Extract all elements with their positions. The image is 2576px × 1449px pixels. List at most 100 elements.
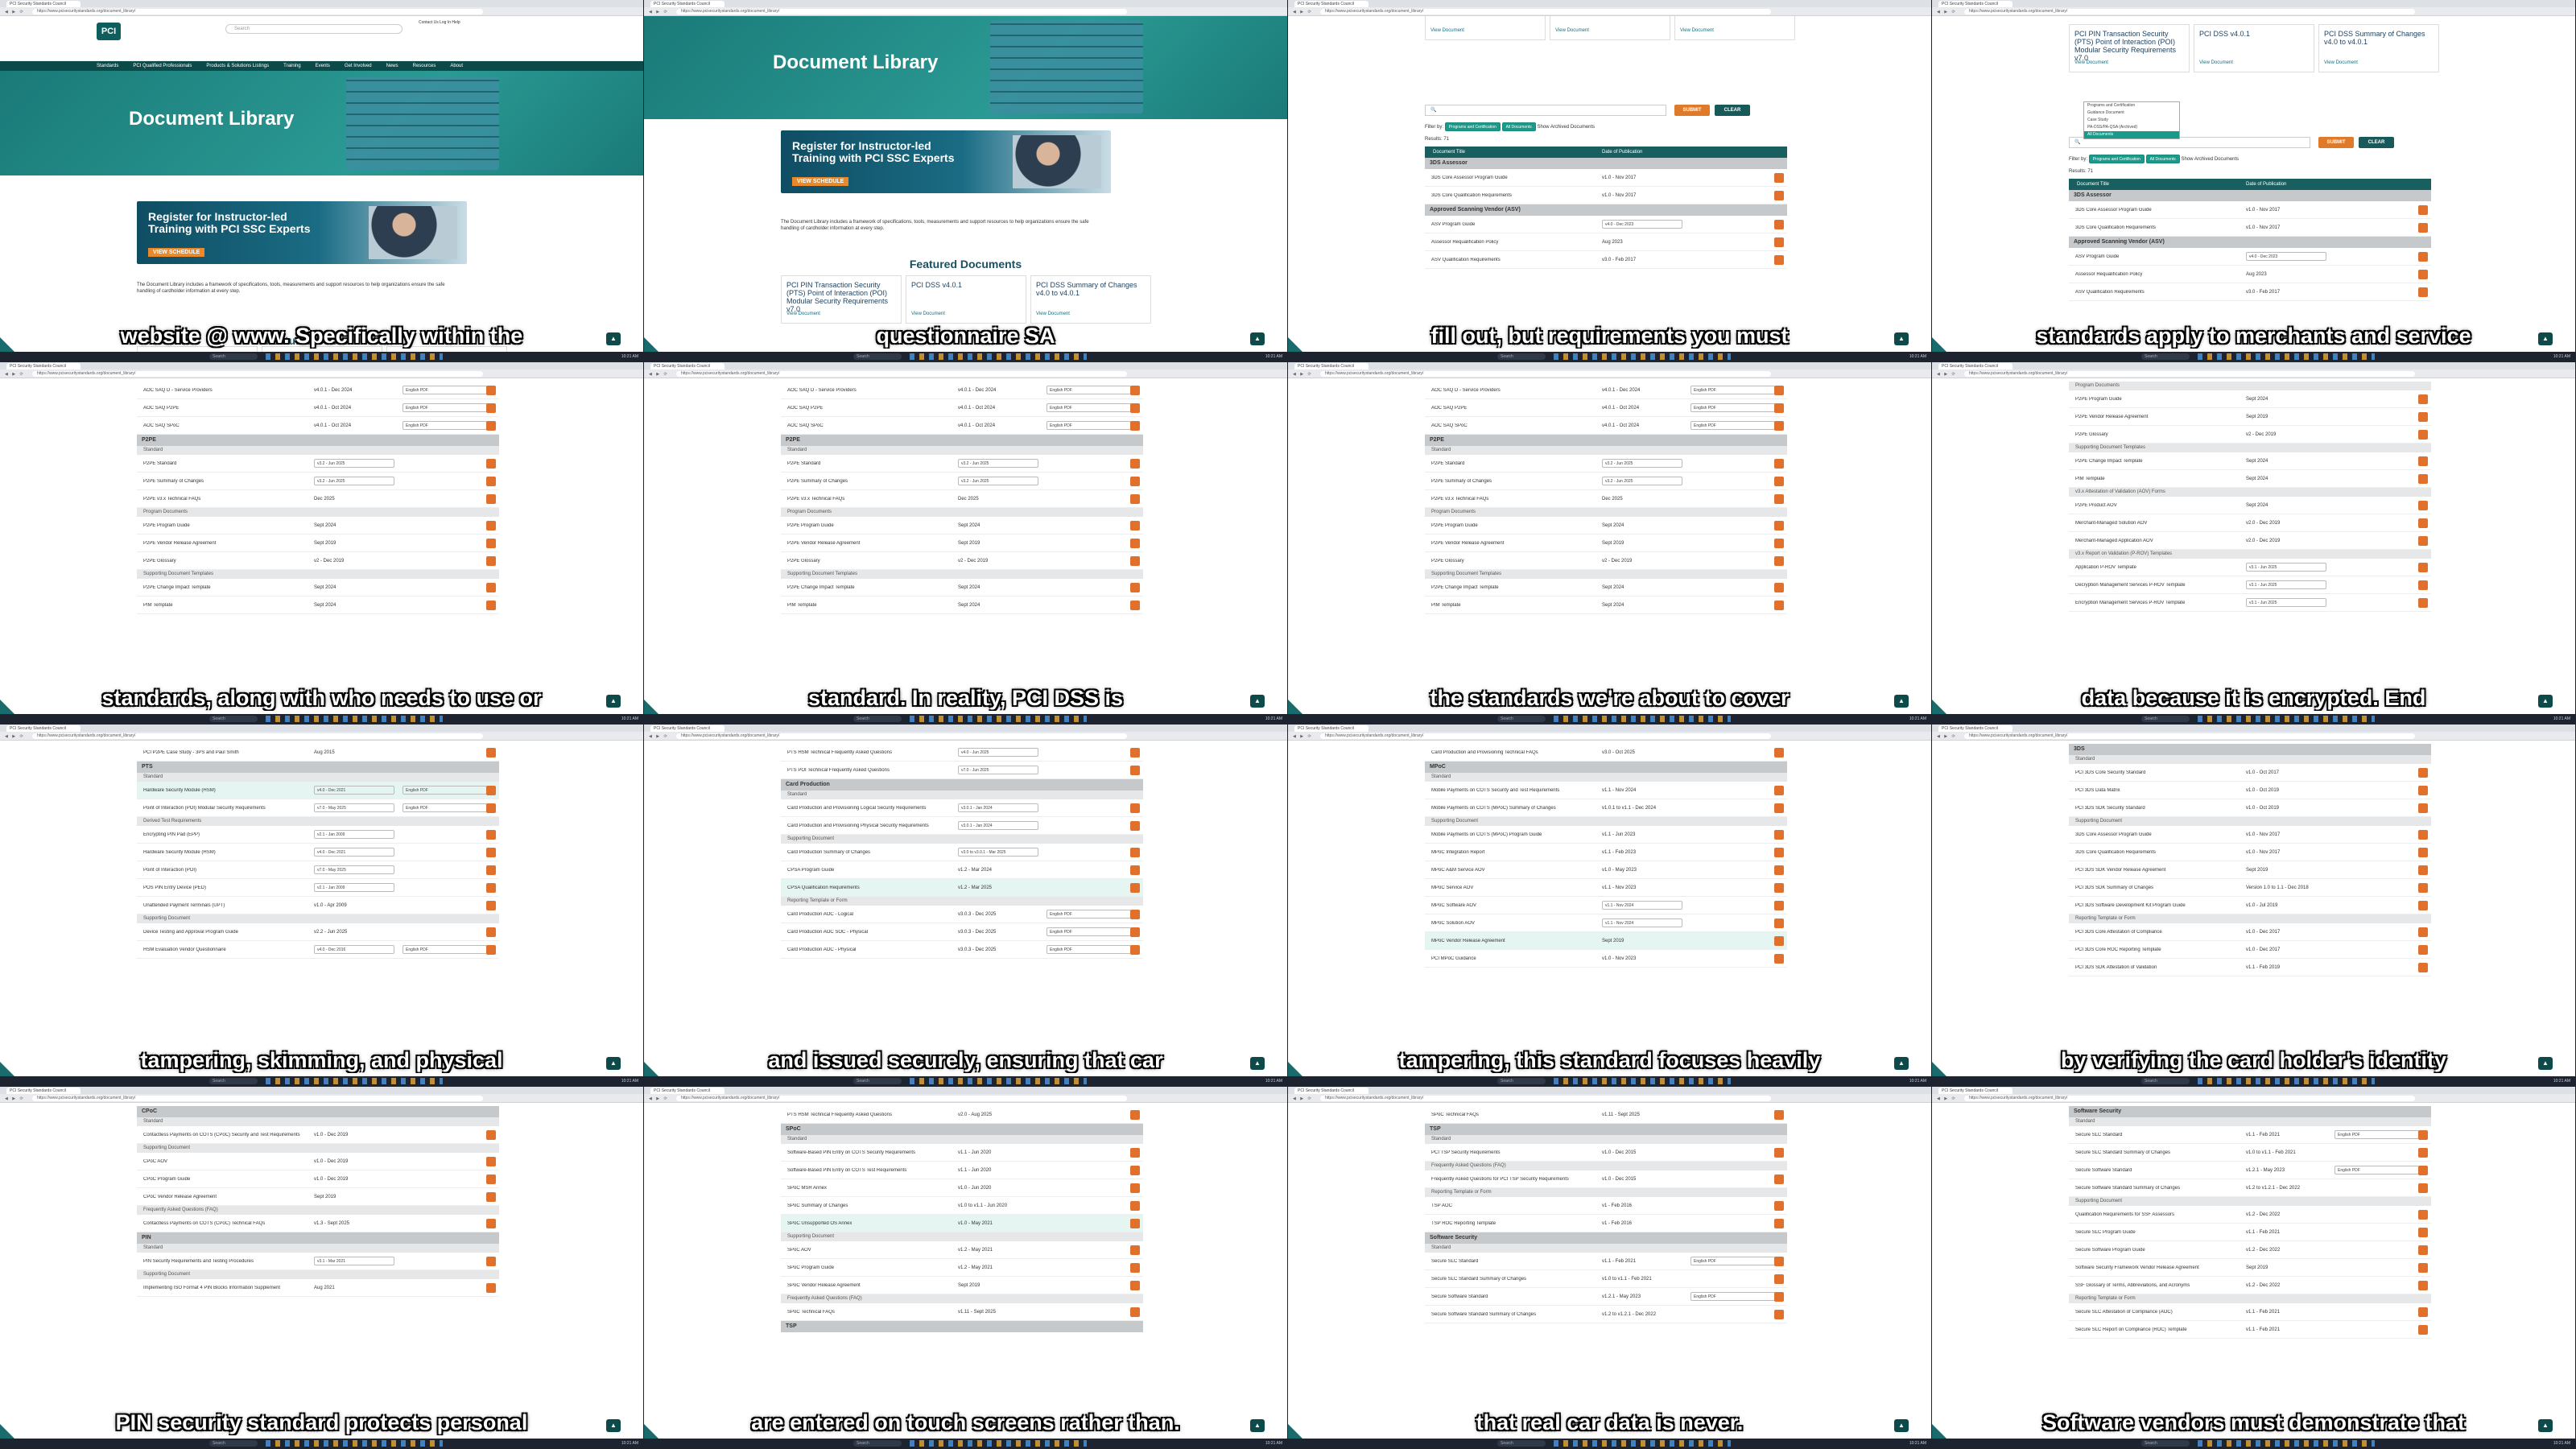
table-row[interactable]: PCI 3DS Core Attestation of Compliance v1…: [2069, 923, 2431, 941]
table-row[interactable]: CPSA Program Guide v1.2 - Mar 2024: [781, 861, 1143, 879]
pdf-download-icon[interactable]: [1774, 803, 1784, 813]
table-row[interactable]: Merchant-Managed Solution AOV v2.0 - Dec …: [2069, 514, 2431, 532]
pdf-download-icon[interactable]: [1130, 1166, 1140, 1175]
document-title[interactable]: Frequently Asked Questions for PCI TSP S…: [1431, 1177, 1592, 1182]
language-select[interactable]: English PDF: [1690, 1257, 1775, 1265]
pdf-download-icon[interactable]: [1130, 865, 1140, 875]
pdf-download-icon[interactable]: [1130, 601, 1140, 610]
document-title[interactable]: Secure SLC Standard Summary of Changes: [2075, 1150, 2236, 1155]
pdf-download-icon[interactable]: [486, 901, 496, 910]
pdf-download-icon[interactable]: [1774, 830, 1784, 840]
pdf-download-icon[interactable]: [1774, 421, 1784, 431]
browser-tab[interactable]: PCI Security Standards Council: [1938, 1088, 2013, 1094]
pdf-download-icon[interactable]: [2418, 830, 2428, 840]
document-title[interactable]: AOC SAQ D - Service Providers: [787, 388, 948, 393]
table-row[interactable]: MPoC Service AOV v1.1 - Nov 2023: [1425, 879, 1787, 897]
document-title[interactable]: Secure SLC Standard Summary of Changes: [1431, 1277, 1592, 1282]
language-select[interactable]: English PDF: [1046, 910, 1131, 919]
document-title[interactable]: AOC SAQ P2PE: [143, 406, 304, 411]
document-title[interactable]: P2PE Program Guide: [143, 523, 304, 528]
view-document-link[interactable]: View Document: [786, 310, 820, 318]
featured-card[interactable]: View Document: [1425, 16, 1546, 40]
document-title[interactable]: CPoC Program Guide: [143, 1177, 304, 1182]
pdf-download-icon[interactable]: [486, 803, 496, 813]
table-row[interactable]: PCI 3DS Core ROC Reporting Template v1.0 …: [2069, 941, 2431, 959]
taskbar-search[interactable]: Search: [209, 353, 258, 360]
pdf-download-icon[interactable]: [486, 1157, 496, 1166]
pdf-download-icon[interactable]: [1130, 1281, 1140, 1290]
taskbar-search[interactable]: Search: [853, 1078, 902, 1084]
document-title[interactable]: PTS POI Technical Frequently Asked Quest…: [787, 768, 948, 773]
pdf-download-icon[interactable]: [1130, 477, 1140, 486]
document-title[interactable]: CPoC AOV: [143, 1159, 304, 1164]
document-title[interactable]: AOC SAQ SPoC: [143, 423, 304, 428]
pdf-download-icon[interactable]: [1130, 1263, 1140, 1273]
document-title[interactable]: CPSA Qualification Requirements: [787, 886, 948, 890]
document-title[interactable]: P2PE v3.x Technical FAQs: [1431, 497, 1592, 502]
document-title[interactable]: PTS HSM Technical Frequently Asked Quest…: [787, 750, 948, 755]
address-bar[interactable]: https://www.pcisecuritystandards.org/doc…: [676, 1096, 1127, 1101]
version-select[interactable]: v3.2 - Jun 2025: [958, 459, 1038, 468]
document-title[interactable]: P2PE Program Guide: [1431, 523, 1592, 528]
pdf-download-icon[interactable]: [486, 883, 496, 893]
nav-arrows-icon[interactable]: ◀ ▶ ⟳: [1293, 1096, 1313, 1101]
document-title[interactable]: P2PE Vendor Release Agreement: [2075, 415, 2236, 419]
browser-tab[interactable]: PCI Security Standards Council: [6, 1088, 80, 1094]
document-title[interactable]: PIM Template: [143, 603, 304, 608]
pdf-download-icon[interactable]: [1774, 191, 1784, 200]
document-title[interactable]: Secure SLC Program Guide: [2075, 1230, 2236, 1235]
table-row[interactable]: P2PE Program Guide Sept 2024: [2069, 390, 2431, 408]
table-row[interactable]: ASV Qualification Requirements v3.0 - Feb…: [2069, 283, 2431, 301]
nav-arrows-icon[interactable]: ◀ ▶ ⟳: [1937, 10, 1957, 14]
nav-item[interactable]: Events: [316, 64, 330, 68]
taskbar-app-icons[interactable]: [910, 1078, 1087, 1084]
nav-item[interactable]: About: [450, 64, 463, 68]
table-row[interactable]: Decryption Management Services P-ROV Tem…: [2069, 576, 2431, 594]
nav-item[interactable]: Training: [283, 64, 300, 68]
nav-arrows-icon[interactable]: ◀ ▶ ⟳: [1293, 10, 1313, 14]
table-row[interactable]: Hardware Security Module (HSM) v4.0 - Dec…: [137, 782, 499, 799]
nav-arrows-icon[interactable]: ◀ ▶ ⟳: [649, 1096, 669, 1101]
col-publication-date[interactable]: Date of Publication: [2246, 179, 2286, 190]
language-select[interactable]: English PDF: [1690, 403, 1775, 412]
table-row[interactable]: Assessor Requalification Policy Aug 2023: [2069, 266, 2431, 283]
table-row[interactable]: Software Security Framework Vendor Relea…: [2069, 1259, 2431, 1277]
table-row[interactable]: Point of Interaction (POI) Modular Secur…: [137, 799, 499, 817]
pdf-download-icon[interactable]: [1130, 748, 1140, 758]
pdf-download-icon[interactable]: [1774, 173, 1784, 183]
pdf-download-icon[interactable]: [1130, 386, 1140, 395]
document-title[interactable]: PCI 3DS SDK Security Standard: [2075, 806, 2236, 811]
document-title[interactable]: Secure Software Standard: [1431, 1294, 1592, 1299]
language-select[interactable]: English PDF: [2334, 1166, 2419, 1174]
document-title[interactable]: P2PE Vendor Release Agreement: [1431, 541, 1592, 546]
taskbar-app-icons[interactable]: [1554, 1440, 1731, 1447]
dropdown-option[interactable]: Case Study: [2084, 117, 2179, 124]
pdf-download-icon[interactable]: [1774, 936, 1784, 946]
document-title[interactable]: AOC SAQ SPoC: [787, 423, 948, 428]
document-title[interactable]: Unattended Payment Terminals (UPT): [143, 903, 304, 908]
document-title[interactable]: Secure Software Program Guide: [2075, 1248, 2236, 1253]
table-row[interactable]: 3DS Core Assessor Program Guide v1.0 - No…: [2069, 826, 2431, 844]
taskbar-app-icons[interactable]: [910, 353, 1087, 360]
document-title[interactable]: SPoC Technical FAQs: [787, 1310, 948, 1315]
table-row[interactable]: Secure SLC Report on Compliance (ROC) Te…: [2069, 1321, 2431, 1339]
browser-tab[interactable]: PCI Security Standards Council: [6, 1, 80, 7]
document-title[interactable]: TSP AOC: [1431, 1203, 1592, 1208]
table-row[interactable]: Mobile Payments on COTS Security and Tes…: [1425, 782, 1787, 799]
language-select[interactable]: English PDF: [1046, 403, 1131, 412]
table-row[interactable]: PCI MPoC Guidance v1.0 - Nov 2023: [1425, 950, 1787, 968]
document-title[interactable]: Card Production and Provisioning Logical…: [787, 806, 948, 811]
nav-arrows-icon[interactable]: ◀ ▶ ⟳: [5, 1096, 25, 1101]
table-row[interactable]: Card Production AOC SOC - Physical v3.0.3…: [781, 923, 1143, 941]
taskbar-app-icons[interactable]: [266, 353, 443, 360]
table-row[interactable]: SPoC Unsupported OS Annex v1.0 - May 2021: [781, 1215, 1143, 1232]
nav-arrows-icon[interactable]: ◀ ▶ ⟳: [649, 372, 669, 377]
document-title[interactable]: CPoC Vendor Release Agreement: [143, 1195, 304, 1199]
version-select[interactable]: v7.0 - May 2025: [314, 865, 394, 874]
document-title[interactable]: SPoC Technical FAQs: [1431, 1113, 1592, 1117]
table-row[interactable]: AOC SAQ P2PE v4.0.1 - Oct 2024 English PDF: [781, 399, 1143, 417]
pdf-download-icon[interactable]: [1130, 766, 1140, 775]
document-type-select[interactable]: All Documents: [1501, 122, 1536, 131]
table-row[interactable]: SPoC MSR Annex v1.0 - Jun 2020: [781, 1179, 1143, 1197]
version-select[interactable]: v3.1 - Jun 2025: [2246, 598, 2326, 607]
